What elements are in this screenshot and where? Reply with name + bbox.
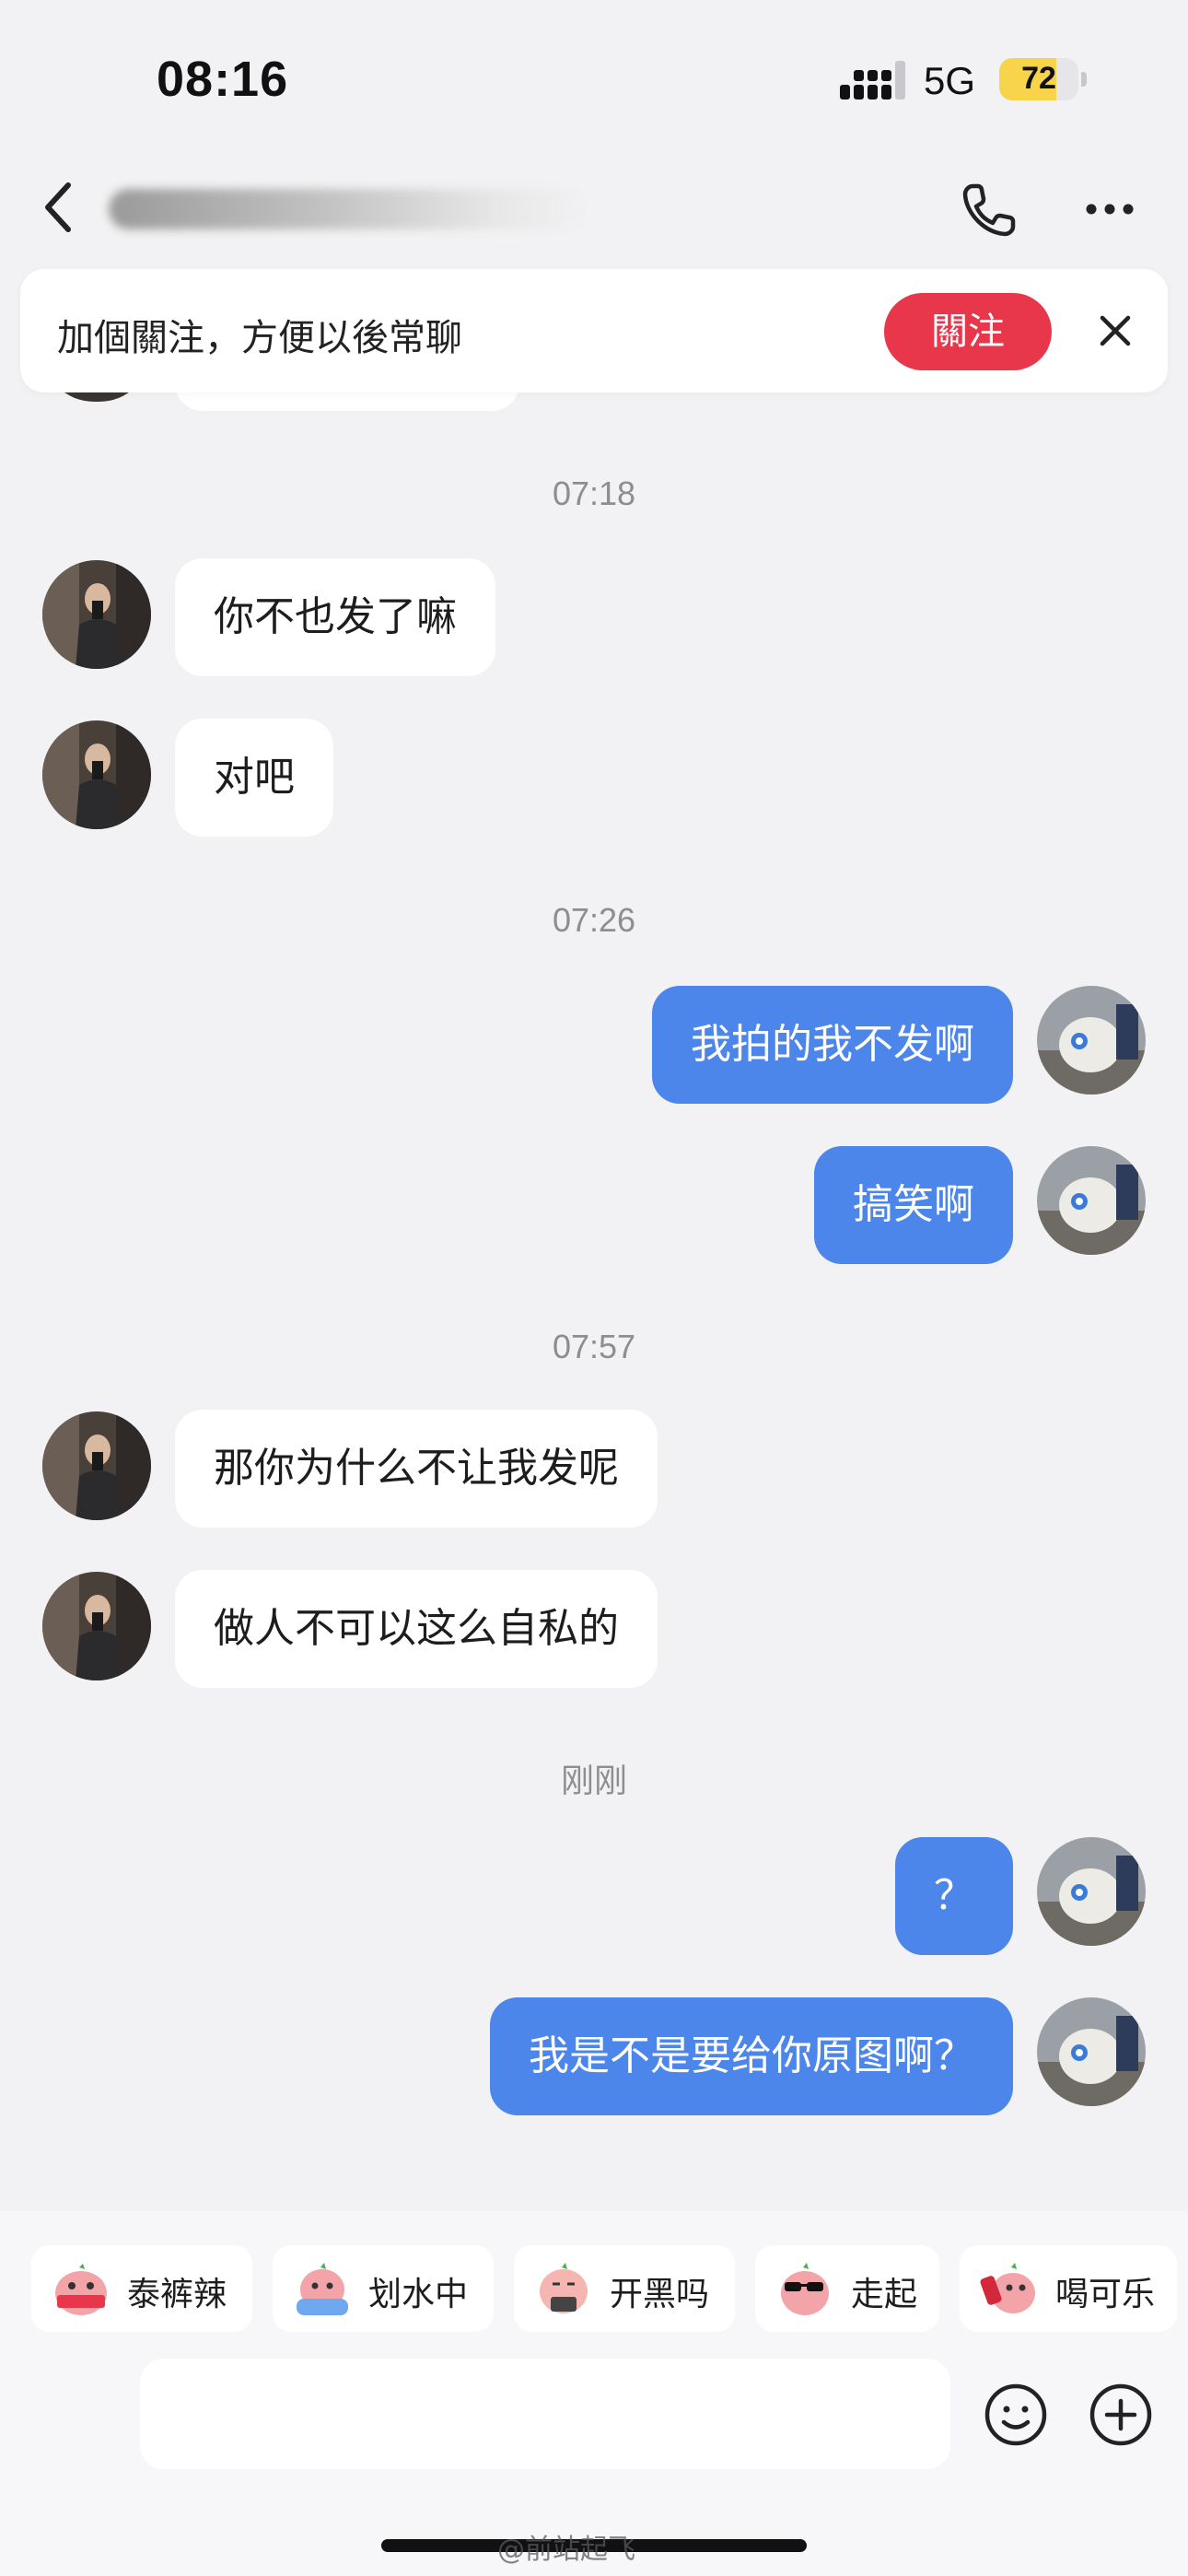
sticker-label: 走起 [851, 2276, 918, 2313]
sticker-gaming-icon [540, 2263, 588, 2313]
follow-button[interactable]: 關注 [884, 293, 1052, 370]
timestamp: 07:57 [552, 1328, 636, 1365]
sticker-sunglasses-icon [781, 2263, 829, 2315]
ellipsis-icon[interactable] [1084, 200, 1136, 218]
contact-avatar[interactable] [42, 1572, 151, 1680]
battery-cap [1081, 72, 1087, 87]
contact-avatar[interactable] [42, 720, 151, 829]
signal-strength-icon [840, 61, 905, 100]
sticker-label: 泰裤辣 [127, 2276, 227, 2313]
follow-banner: 加個關注，方便以後常聊 關注 [20, 269, 1168, 392]
contact-avatar[interactable] [42, 1411, 151, 1520]
sticker-chip[interactable]: 开黑吗 [514, 2245, 735, 2332]
my-avatar[interactable] [1037, 986, 1146, 1095]
sticker-label: 开黑吗 [610, 2276, 710, 2313]
timestamp: 07:18 [552, 474, 636, 512]
chat-screen: 08:16 5G 72 加個關注，方便以後常聊 關注 07:18 07:26 0… [0, 0, 1188, 2576]
outgoing-message[interactable]: 我拍的我不发啊 [652, 986, 1013, 1104]
incoming-message[interactable]: 你不也发了嘛 [175, 558, 495, 676]
sticker-chip[interactable]: 泰裤辣 [31, 2245, 252, 2332]
message-input[interactable] [140, 2359, 950, 2469]
incoming-message[interactable]: 那你为什么不让我发呢 [175, 1410, 658, 1528]
outgoing-message[interactable]: 我是不是要给你原图啊？ [490, 1997, 1013, 2115]
my-avatar[interactable] [1037, 1146, 1146, 1255]
timestamp: 07:26 [552, 901, 636, 939]
watermark: @前站起飞 [497, 2534, 635, 2566]
follow-prompt-text: 加個關注，方便以後常聊 [57, 317, 462, 359]
sticker-cool-pink-icon [55, 2264, 107, 2315]
phone-icon[interactable] [958, 181, 1019, 241]
message-input-box[interactable] [140, 2359, 950, 2469]
smiley-icon[interactable] [984, 2383, 1048, 2447]
plus-circle-icon[interactable] [1089, 2383, 1153, 2447]
close-icon[interactable] [1094, 310, 1136, 352]
status-time: 08:16 [157, 52, 289, 107]
my-avatar[interactable] [1037, 1997, 1146, 2106]
incoming-message[interactable]: 对吧 [175, 719, 333, 837]
sticker-chip[interactable]: 划水中 [273, 2245, 494, 2332]
outgoing-message[interactable]: 搞笑啊 [814, 1146, 1013, 1264]
chevron-left-icon[interactable] [37, 178, 81, 237]
sticker-label: 划水中 [368, 2276, 469, 2313]
battery-indicator: 72 [999, 58, 1078, 100]
battery-level: 72 [1021, 61, 1056, 96]
my-avatar[interactable] [1037, 1837, 1146, 1946]
sticker-chip[interactable]: 喝可乐 [960, 2245, 1177, 2332]
timestamp: 刚刚 [560, 1762, 627, 1799]
sticker-cola-icon [980, 2263, 1035, 2313]
contact-avatar[interactable] [42, 560, 151, 669]
contact-name-redacted [109, 189, 588, 229]
incoming-message[interactable]: 做人不可以这么自私的 [175, 1570, 658, 1688]
outgoing-message[interactable]: ？ [895, 1837, 1013, 1955]
sticker-swimming-icon [297, 2263, 348, 2315]
sticker-label: 喝可乐 [1055, 2276, 1156, 2313]
sticker-chip[interactable]: 走起 [755, 2245, 939, 2332]
network-type: 5G [924, 59, 976, 102]
